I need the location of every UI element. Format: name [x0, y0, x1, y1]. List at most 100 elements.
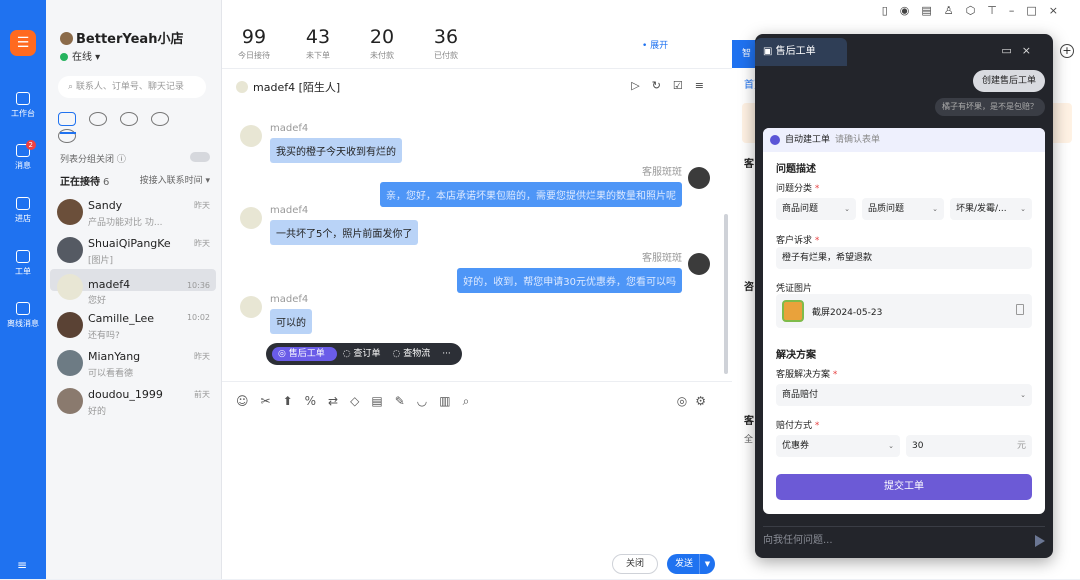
send-arrow-icon[interactable] [1035, 535, 1045, 547]
avatar [240, 207, 262, 229]
contact-time: 前天 [194, 390, 210, 399]
group-toggle[interactable] [190, 152, 210, 162]
contact-item[interactable]: doudou_1999 好的 前天 [50, 383, 216, 419]
maximize-icon[interactable]: □ [1026, 4, 1048, 17]
section-label: 客 [744, 416, 754, 427]
nav-workbench[interactable]: 工作台 [0, 92, 46, 119]
nav-tickets[interactable]: 工单 [0, 250, 46, 277]
video-icon[interactable]: ▷ [631, 79, 651, 92]
category-select-2[interactable]: 品质问题 ⌄ [862, 198, 944, 220]
smile-icon[interactable]: ◡ [417, 394, 439, 408]
search-input[interactable]: ⌕ 联系人、订单号、聊天记录 [58, 76, 206, 98]
compensation-amount-input[interactable]: 30 元 [906, 435, 1032, 457]
avatar [688, 253, 710, 275]
users-tab-icon[interactable] [151, 112, 169, 126]
gift-icon[interactable]: ◇ [350, 394, 371, 408]
evidence-attachment[interactable]: 截屏2024-05-23 [776, 294, 1032, 328]
category-select-3[interactable]: 坏果/发霉/... ⌄ [950, 198, 1032, 220]
menu-icon[interactable]: ≡ [17, 558, 27, 572]
close-icon[interactable]: × [1022, 44, 1041, 57]
user-tab-icon[interactable] [120, 112, 138, 126]
trash-icon[interactable] [1016, 304, 1024, 315]
form-header: 自动建工单 请确认表单 [763, 128, 1045, 152]
category-select-1[interactable]: 商品问题 ⌄ [776, 198, 856, 220]
create-ticket-button[interactable]: 创建售后工单 [972, 70, 1045, 92]
close-icon[interactable]: × [1049, 4, 1070, 17]
avatar [240, 125, 262, 147]
check-logistics-button[interactable]: ◌ 查物流 [392, 349, 436, 359]
solution-select[interactable]: 商品赔付 ⌄ [776, 384, 1032, 406]
search-icon[interactable]: ⌕ [463, 394, 482, 408]
phone-icon[interactable]: ▯ [882, 4, 900, 17]
transfer-icon[interactable]: ⇄ [328, 394, 350, 408]
chevron-down-icon[interactable]: ▼ [699, 554, 715, 574]
stat-paid: 36 已付款 [433, 26, 459, 60]
close-button[interactable]: 关闭 [612, 554, 658, 574]
emoji-icon[interactable]: ☺ [236, 394, 261, 408]
waiting-header: 正在接待 6 按接入联系时间 ▾ [60, 173, 210, 188]
shop-name: BetterYeah小店 [60, 28, 183, 47]
contact-preview: 还有吗? [88, 331, 120, 341]
submit-ticket-button[interactable]: 提交工单 [776, 474, 1032, 500]
nav-label: 离线消息 [7, 319, 39, 328]
stats-bar: 99 今日接待 43 未下单 20 未付款 36 已付款 • 展开 [222, 0, 732, 68]
solution-label: 客服解决方案 * [776, 370, 838, 380]
more-button[interactable]: ··· [442, 349, 451, 359]
shirt-icon[interactable]: ♙ [944, 4, 966, 17]
refresh-icon[interactable]: ↻ [652, 79, 673, 92]
nav-messages[interactable]: 2 消息 [0, 140, 46, 171]
online-status[interactable]: 在线 ▾ [60, 48, 100, 63]
scissors-icon[interactable]: ✂ [261, 394, 283, 408]
scrollbar[interactable] [724, 214, 728, 374]
contact-time: 10:36 [186, 281, 210, 290]
minimize-icon[interactable]: – [1009, 4, 1027, 17]
send-button[interactable]: 发送 ▼ [667, 554, 715, 574]
settings-icon[interactable]: ⚙ [695, 394, 714, 408]
assistant-input[interactable]: 向我任何问题... [763, 526, 1045, 554]
contact-item[interactable]: ShuaiQiPangKe [图片] 昨天 [50, 232, 216, 268]
add-icon[interactable]: + [1060, 44, 1074, 58]
contact-panel: BetterYeah小店 在线 ▾ ⌕ 联系人、订单号、聊天记录 列表分组关闭 … [46, 0, 222, 579]
chat-tab-icon[interactable] [58, 112, 76, 126]
contact-item-selected[interactable]: madef4 您好 10:36 [50, 269, 216, 306]
discount-icon[interactable]: % [305, 394, 328, 408]
expand-link[interactable]: • 展开 [642, 38, 668, 51]
contact-name: Camille_Lee [88, 312, 155, 325]
monitor-icon[interactable]: ▭ [1001, 44, 1021, 57]
stat-unpaid: 20 未付款 [369, 26, 395, 60]
avatar [57, 199, 83, 225]
contact-item[interactable]: Camille_Lee 还有吗? 10:02 [50, 307, 216, 343]
pin-icon[interactable]: ⊤ [987, 4, 1009, 17]
ticket-window-tab[interactable]: ▣ 售后工单 [755, 38, 847, 66]
contact-item[interactable]: MianYang 可以看看德 昨天 [50, 345, 216, 381]
check-order-button[interactable]: ◌ 查订单 [343, 349, 387, 359]
ai-icon[interactable]: ◎ [677, 394, 695, 408]
order-icon[interactable]: ▤ [371, 394, 394, 408]
clock-tab-icon[interactable] [89, 112, 107, 126]
doc-icon[interactable]: ▥ [439, 394, 462, 408]
nav-offline[interactable]: 离线消息 [0, 302, 46, 329]
nav-label: 进店 [15, 214, 31, 223]
stat-no-order: 43 未下单 [305, 26, 331, 60]
note-icon[interactable]: ✎ [395, 394, 417, 408]
message-editor[interactable]: ☺✂⬆%⇄◇▤✎◡▥⌕ ◎⚙ 关闭 发送 ▼ [222, 381, 732, 580]
suggestion-chip[interactable]: 橘子有坏果，是不是包赔？ [935, 98, 1045, 116]
contact-item[interactable]: Sandy 产品功能对比 功... 昨天 [50, 194, 216, 230]
after-sale-ticket-button[interactable]: ◎ 售后工单 [272, 347, 337, 361]
assistant-icon[interactable]: ◉ [900, 4, 922, 17]
appeal-input[interactable]: 橙子有烂果，希望退款 [776, 247, 1032, 269]
contact-time: 昨天 [194, 352, 210, 361]
settings-icon[interactable]: ⬡ [966, 4, 988, 17]
sort-dropdown[interactable]: 按接入联系时间 ▾ [140, 173, 210, 186]
window-controls: ▯◉▤♙⬡⊤–□× [882, 4, 1070, 17]
notes-icon[interactable]: ▤ [921, 4, 943, 17]
image-thumbnail [782, 300, 804, 322]
check-icon[interactable]: ☑ [673, 79, 695, 92]
avatar [57, 388, 83, 414]
evidence-label: 凭证图片 [776, 284, 813, 294]
more-menu-icon[interactable]: ≡ [695, 79, 716, 92]
group-toggle-row: 列表分组关闭 ⓘ [60, 152, 210, 165]
nav-store[interactable]: 进店 [0, 197, 46, 224]
compensation-type-select[interactable]: 优惠券 ⌄ [776, 435, 900, 457]
upload-icon[interactable]: ⬆ [283, 394, 305, 408]
